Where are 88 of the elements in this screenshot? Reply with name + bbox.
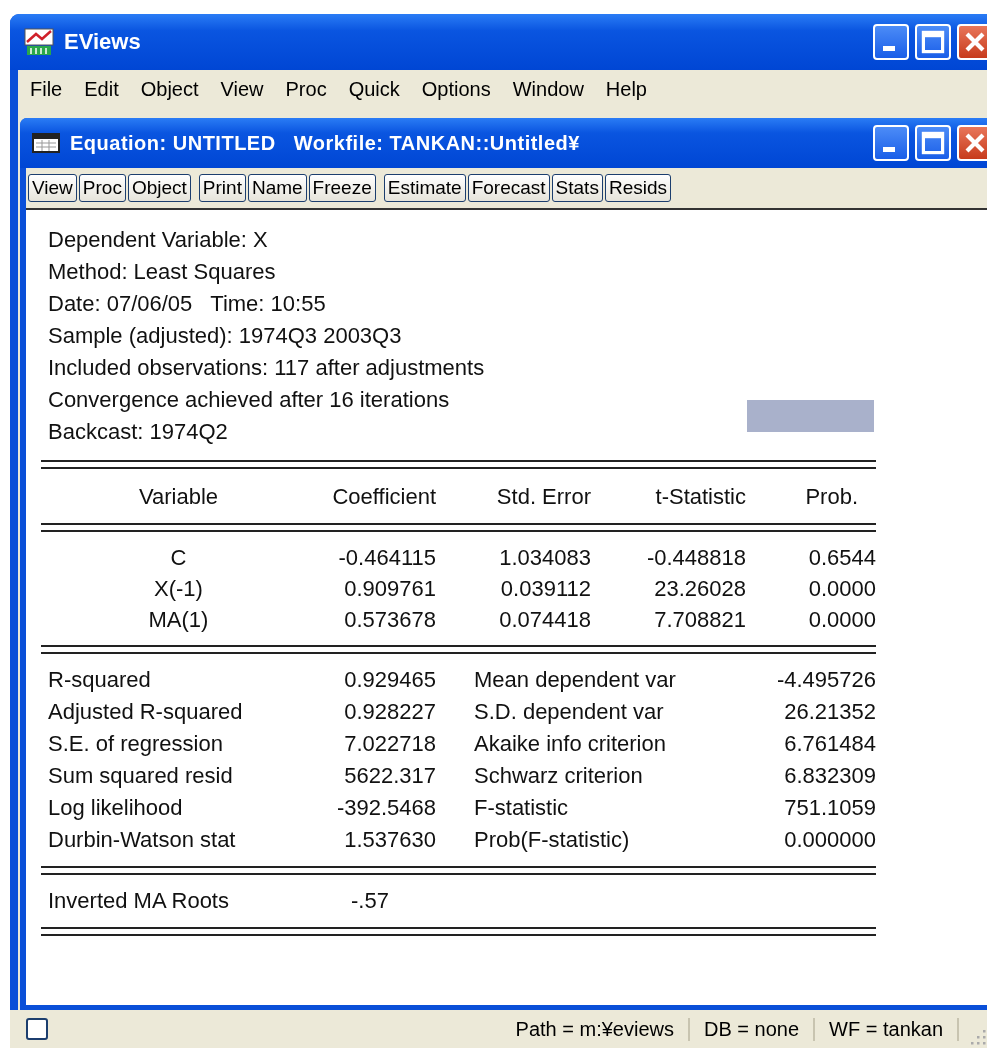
- stat-label: Log likelihood: [47, 794, 184, 822]
- stat-label: Prob(F-statistic): [473, 826, 631, 854]
- table-cell-text: -0.464115: [337, 544, 436, 572]
- menu-item[interactable]: Window: [504, 77, 598, 101]
- maximize-button[interactable]: [915, 125, 951, 161]
- stat-label: F-statistic: [473, 794, 570, 822]
- status-field: Path = m:¥eviews: [501, 1017, 690, 1041]
- window-title: Equation: UNTITLED Workfile: TANKAN::Untitled¥: [70, 131, 581, 155]
- column-header: t-Statistic: [654, 483, 746, 511]
- toolbar-button[interactable]: Forecast: [467, 174, 550, 202]
- window-icon: [32, 133, 60, 153]
- header-line: Sample (adjusted): 1974Q3 2003Q3: [48, 322, 403, 350]
- header-line: Convergence achieved after 16 iterations: [48, 386, 451, 414]
- stat-value: 0.928227: [343, 698, 436, 726]
- close-button[interactable]: [957, 125, 987, 161]
- stat-value: 7.022718: [343, 730, 436, 758]
- toolbar-button[interactable]: Estimate: [383, 174, 466, 202]
- minimize-button[interactable]: [873, 24, 909, 60]
- table-cell-text: 0.6544: [807, 544, 876, 572]
- menu-item[interactable]: Edit: [76, 77, 133, 101]
- header-line: Method: Least Squares: [48, 258, 277, 286]
- menu-item[interactable]: Options: [413, 77, 505, 101]
- menu-item[interactable]: Proc: [277, 77, 341, 101]
- table-cell-text: 0.074418: [498, 606, 591, 634]
- table-cell-text: X(-1): [153, 575, 204, 603]
- stat-value: 751.1059: [783, 794, 876, 822]
- menu-item[interactable]: Help: [597, 77, 661, 101]
- toolbar-button[interactable]: Freeze: [308, 174, 376, 202]
- status-checkbox[interactable]: [26, 1018, 48, 1040]
- stat-value: 26.21352: [783, 698, 876, 726]
- minimize-icon: [883, 147, 895, 152]
- column-header: Variable: [137, 483, 220, 511]
- stat-label: Adjusted R-squared: [47, 698, 244, 726]
- close-button[interactable]: [957, 24, 987, 60]
- minimize-icon: [883, 46, 895, 51]
- table-cell-text: 0.0000: [807, 575, 876, 603]
- stat-label: Inverted MA Roots: [47, 887, 230, 915]
- column-header: Std. Error: [495, 483, 591, 511]
- stat-value: 6.832309: [783, 762, 876, 790]
- table-cell-text: 23.26028: [653, 575, 746, 603]
- menu-item[interactable]: File: [22, 77, 77, 101]
- stat-value: -392.5468: [335, 794, 436, 822]
- app-logo-icon: [24, 28, 54, 56]
- stat-label: S.E. of regression: [47, 730, 224, 758]
- toolbar-button[interactable]: Resids: [604, 174, 671, 202]
- stat-value: 0.000000: [783, 826, 876, 854]
- toolbar-button[interactable]: View: [28, 174, 77, 202]
- stat-label: Durbin-Watson stat: [47, 826, 237, 854]
- column-header: Coefficient: [331, 483, 436, 511]
- header-line: Date: 07/06/05 Time: 10:55: [48, 290, 327, 318]
- stat-value: 5622.317: [343, 762, 436, 790]
- table-cell-text: 0.573678: [343, 606, 436, 634]
- stat-value: -4.495726: [775, 666, 876, 694]
- stat-value: -.57: [350, 887, 390, 915]
- table-cell-text: MA(1): [147, 606, 210, 634]
- menu-item[interactable]: Object: [132, 77, 213, 101]
- toolbar-button[interactable]: Object: [127, 174, 191, 202]
- stat-label: S.D. dependent var: [473, 698, 665, 726]
- menu-item[interactable]: Quick: [340, 77, 414, 101]
- minimize-button[interactable]: [873, 125, 909, 161]
- stat-value: 0.929465: [343, 666, 436, 694]
- status-field: WF = tankan: [815, 1017, 959, 1041]
- table-cell-text: -0.448818: [645, 544, 746, 572]
- stat-label: R-squared: [47, 666, 152, 694]
- stat-value: 1.537630: [343, 826, 436, 854]
- header-line: Backcast: 1974Q2: [48, 418, 229, 446]
- status-field: DB = none: [690, 1017, 816, 1041]
- table-cell-text: 7.708821: [653, 606, 746, 634]
- toolbar-button[interactable]: Name: [247, 174, 307, 202]
- window-title: EViews: [64, 29, 142, 55]
- toolbar-button[interactable]: Print: [198, 174, 246, 202]
- stat-label: Schwarz criterion: [473, 762, 644, 790]
- menu-item[interactable]: View: [212, 77, 278, 101]
- table-cell-text: 0.039112: [499, 575, 591, 603]
- toolbar-button[interactable]: Stats: [551, 174, 603, 202]
- header-line: Included observations: 117 after adjustments: [48, 354, 486, 382]
- stat-label: Sum squared resid: [47, 762, 234, 790]
- stat-label: Akaike info criterion: [473, 730, 667, 758]
- maximize-button[interactable]: [915, 24, 951, 60]
- stat-value: 6.761484: [783, 730, 876, 758]
- table-cell-text: C: [169, 544, 188, 572]
- toolbar-button[interactable]: Proc: [78, 174, 126, 202]
- table-cell-text: 1.034083: [498, 544, 591, 572]
- header-line: Dependent Variable: X: [48, 226, 269, 254]
- table-cell-text: 0.909761: [343, 575, 436, 603]
- column-header: Prob.: [804, 483, 859, 511]
- table-cell-text: 0.0000: [807, 606, 876, 634]
- stat-label: Mean dependent var: [473, 666, 677, 694]
